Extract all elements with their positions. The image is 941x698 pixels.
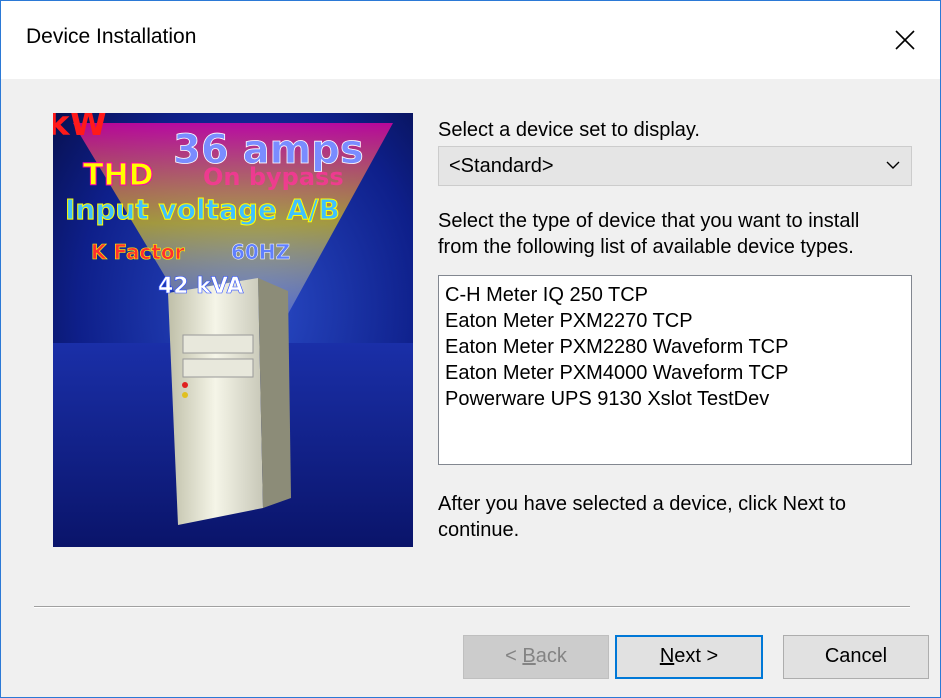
banner-text-voltage: Input voltage A/B [65,193,340,226]
device-set-select[interactable]: <Standard> [438,146,912,186]
close-button[interactable] [870,1,940,79]
banner-text-kva: 42 kVA [158,274,243,299]
device-type-item[interactable]: Eaton Meter PXM2280 Waveform TCP [439,334,788,360]
device-set-selected-value: <Standard> [449,155,554,177]
banner-text-kfactor: K Factor [91,240,185,264]
next-accelerator: N [659,645,675,667]
device-type-item[interactable]: Powerware UPS 9130 Xslot TestDev [439,386,788,412]
back-button[interactable]: < Back [463,635,609,679]
back-label-rest: ack [535,645,567,667]
cancel-button[interactable]: Cancel [783,635,929,679]
next-label-rest: ext > [674,645,719,667]
device-type-prompt-line1: Select the type of device that you want … [438,210,860,232]
banner-text-60hz: 60HZ [231,240,290,264]
chevron-down-icon [886,161,900,169]
footer-divider [34,606,910,608]
banner-text-bypass: On bypass [203,163,344,191]
device-installation-dialog: Device Installation kW 36 amps THD On by… [0,0,941,698]
device-type-item[interactable]: C-H Meter IQ 250 TCP [439,282,788,308]
wizard-banner-image: kW 36 amps THD On bypass Input voltage A… [53,113,413,547]
title-bar: Device Installation [1,1,940,79]
banner-text-kw: kW [53,113,107,144]
close-icon [895,30,915,50]
next-button[interactable]: Next > [615,635,763,679]
hint-line1: After you have selected a device, click … [438,493,846,515]
banner-text-thd: THD [83,158,153,193]
hint-line2: continue. [438,519,520,541]
back-prefix: < [505,645,523,667]
device-set-prompt: Select a device set to display. [438,119,700,141]
device-type-item[interactable]: Eaton Meter PXM2270 TCP [439,308,788,334]
device-type-prompt-line2: from the following list of available dev… [438,236,854,258]
device-type-listbox[interactable]: C-H Meter IQ 250 TCP Eaton Meter PXM2270… [438,275,912,465]
device-type-item[interactable]: Eaton Meter PXM4000 Waveform TCP [439,360,788,386]
back-accelerator: B [522,645,536,667]
window-title: Device Installation [26,25,197,48]
